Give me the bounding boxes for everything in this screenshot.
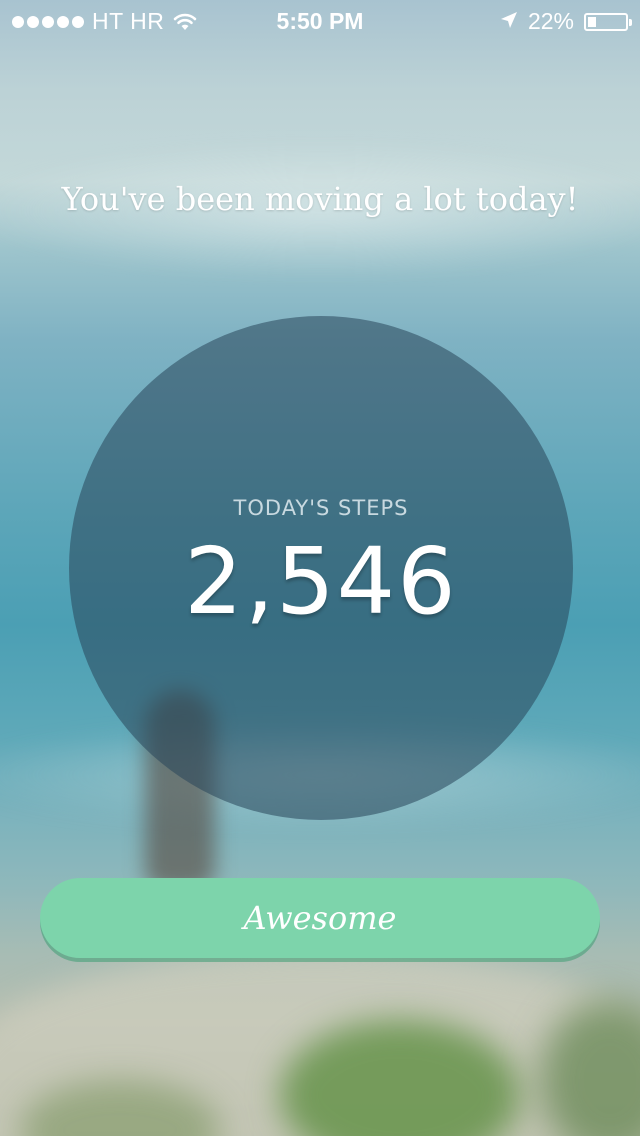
steps-count: 2,546 bbox=[184, 528, 458, 635]
battery-level-fill bbox=[588, 16, 596, 27]
steps-circle: TODAY'S STEPS 2,546 bbox=[69, 316, 573, 820]
headline: You've been moving a lot today! bbox=[61, 180, 579, 218]
battery-percent: 22% bbox=[527, 8, 574, 34]
battery-icon bbox=[584, 12, 632, 31]
app-screen: HT HR 5:50 PM 22% You've been moving a l… bbox=[0, 0, 640, 1136]
steps-label: TODAY'S STEPS bbox=[233, 496, 409, 520]
awesome-button[interactable]: Awesome bbox=[40, 878, 600, 958]
status-bar: HT HR 5:50 PM 22% bbox=[0, 0, 640, 40]
location-arrow-icon bbox=[500, 8, 518, 35]
status-bar-right: 22% bbox=[500, 8, 632, 35]
